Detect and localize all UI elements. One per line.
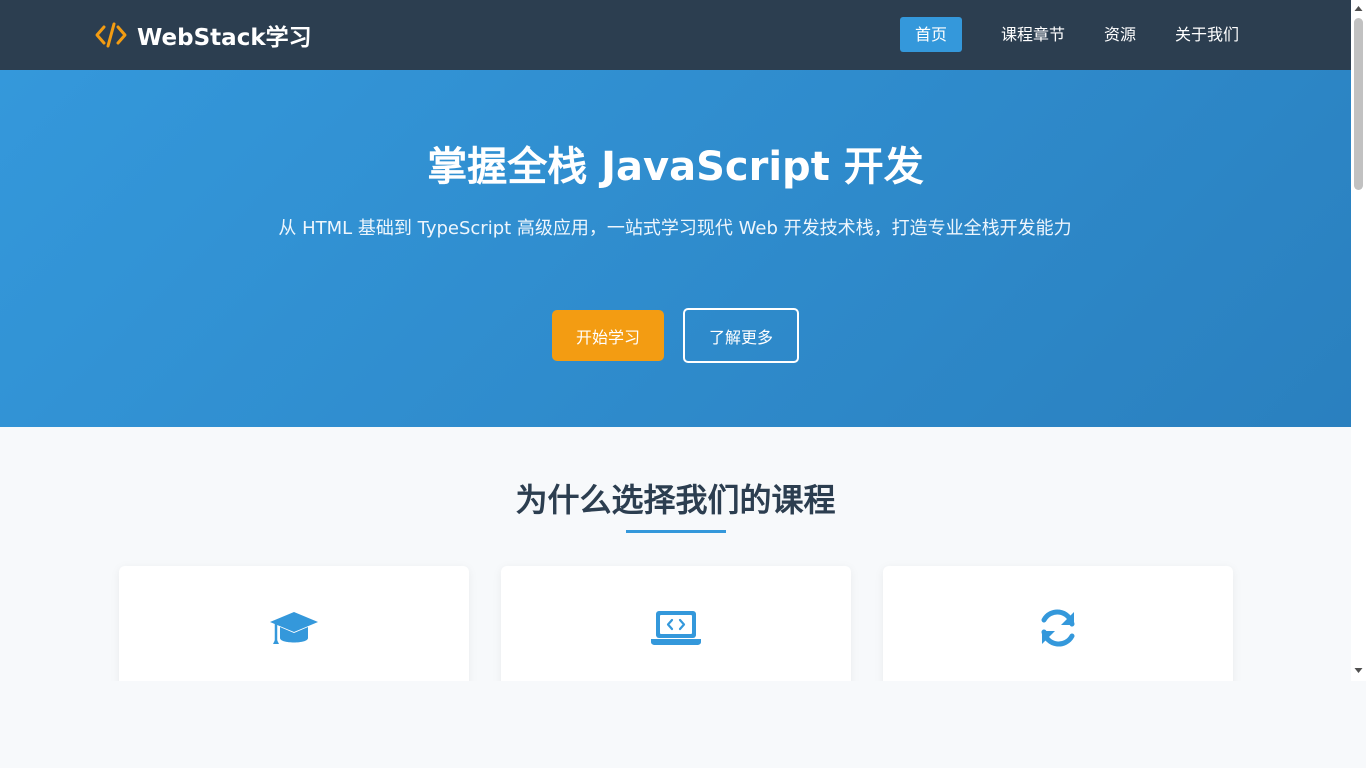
hero-subtitle: 从 HTML 基础到 TypeScript 高级应用，一站式学习现代 Web 开…: [278, 218, 1072, 239]
graduation-cap-icon: [270, 612, 318, 644]
start-learning-button[interactable]: 开始学习: [552, 310, 664, 361]
top-navbar: WebStack学习 首页 课程章节 资源 关于我们: [0, 0, 1351, 70]
feature-card: [501, 566, 851, 681]
sync-icon: [1041, 609, 1075, 647]
nav-item-chapters[interactable]: 课程章节: [1001, 17, 1065, 52]
nav-item-home[interactable]: 首页: [899, 17, 962, 52]
laptop-code-icon: [651, 611, 701, 645]
scroll-thumb[interactable]: [1354, 18, 1363, 190]
hero-title: 掌握全栈 JavaScript 开发: [427, 144, 924, 190]
page-viewport: WebStack学习 首页 课程章节 资源 关于我们 掌握全栈 JavaScri…: [0, 0, 1351, 681]
scroll-up-icon[interactable]: [1354, 4, 1363, 13]
features-title: 为什么选择我们的课程: [515, 481, 836, 519]
vertical-scrollbar[interactable]: [1351, 0, 1366, 681]
below-fold-area: [0, 681, 1366, 768]
hero-section: 掌握全栈 JavaScript 开发 从 HTML 基础到 TypeScript…: [0, 70, 1351, 427]
code-icon: [95, 22, 127, 48]
feature-card: [883, 566, 1233, 681]
main-nav: 首页 课程章节 资源 关于我们: [899, 17, 1239, 52]
nav-item-about[interactable]: 关于我们: [1175, 17, 1239, 52]
hero-actions: 开始学习 了解更多: [0, 308, 1351, 363]
title-underline: [626, 530, 726, 533]
nav-item-resources[interactable]: 资源: [1104, 17, 1136, 52]
brand-name: WebStack学习: [137, 25, 312, 51]
scroll-down-icon[interactable]: [1354, 666, 1363, 675]
feature-card: [119, 566, 469, 681]
brand-logo[interactable]: WebStack学习: [95, 20, 312, 51]
learn-more-button[interactable]: 了解更多: [683, 308, 799, 363]
